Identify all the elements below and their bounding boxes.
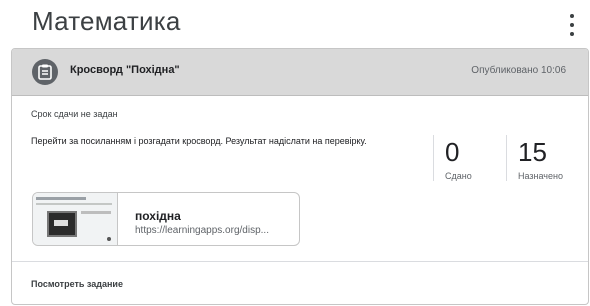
stat-turned-in-label: Сдано [445, 171, 472, 181]
course-title: Математика [32, 6, 181, 36]
assignment-description: Перейти за посиланням і розгадати кросво… [31, 136, 367, 146]
attachment-title: похідна [135, 209, 181, 223]
stat-divider [433, 135, 434, 181]
due-date: Срок сдачи не задан [31, 109, 118, 119]
stat-assigned-label: Назначено [518, 171, 563, 181]
assignment-card: Кросворд "Похідна" Опубликовано 10:06 Ср… [11, 48, 589, 305]
card-header[interactable]: Кросворд "Похідна" Опубликовано 10:06 [12, 49, 588, 96]
stat-assigned-value[interactable]: 15 [518, 137, 547, 168]
assignment-title: Кросворд "Похідна" [70, 64, 180, 76]
stat-divider [506, 135, 507, 181]
stat-turned-in-value[interactable]: 0 [445, 137, 459, 168]
attachment-card[interactable]: похідна https://learningapps.org/disp... [32, 192, 300, 246]
more-vert-icon[interactable] [566, 14, 578, 36]
attachment-thumbnail [33, 193, 118, 245]
published-time: Опубликовано 10:06 [471, 65, 566, 76]
assignment-icon [32, 59, 58, 85]
footer-divider [12, 261, 588, 262]
view-assignment-link[interactable]: Посмотреть задание [31, 279, 123, 289]
attachment-url: https://learningapps.org/disp... [135, 225, 269, 236]
